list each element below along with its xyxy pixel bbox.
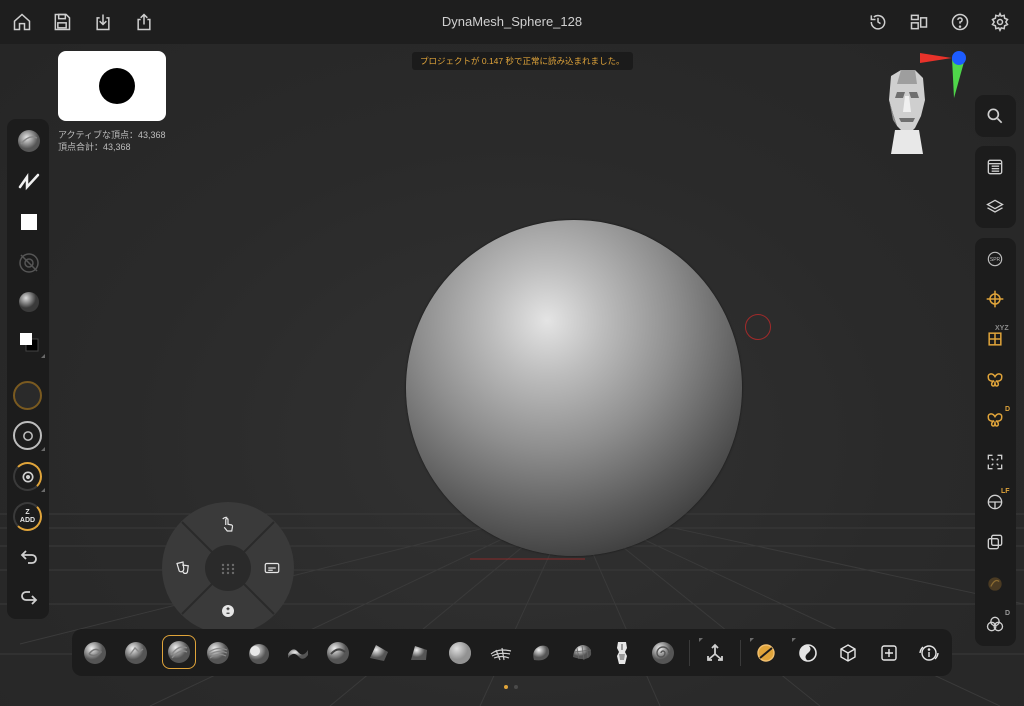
smooth-brush-icon[interactable] bbox=[446, 639, 474, 667]
matcap-icon[interactable] bbox=[16, 289, 42, 315]
lf-label: LF bbox=[1001, 488, 1010, 495]
move-brush-icon[interactable] bbox=[284, 639, 312, 667]
cube-icon[interactable] bbox=[834, 639, 862, 667]
d-label: D bbox=[1005, 406, 1011, 413]
brush-cursor bbox=[745, 314, 771, 340]
brush-icon[interactable] bbox=[16, 128, 42, 154]
search-icon[interactable] bbox=[983, 104, 1007, 128]
floor-grid-icon[interactable] bbox=[983, 287, 1007, 311]
settings-icon[interactable] bbox=[986, 8, 1014, 36]
page-indicator-active[interactable] bbox=[504, 685, 508, 689]
inflate-brush-icon[interactable] bbox=[244, 639, 272, 667]
hpolish-brush-icon[interactable] bbox=[365, 639, 393, 667]
info-icon[interactable] bbox=[915, 639, 943, 667]
stroke-icon[interactable] bbox=[16, 168, 42, 194]
trim-dynamic-brush-icon[interactable] bbox=[405, 639, 433, 667]
gizmo-icon[interactable] bbox=[701, 639, 729, 667]
flatten-brush-icon[interactable] bbox=[568, 639, 596, 667]
z-add-toggle[interactable]: Z ADD bbox=[13, 502, 42, 531]
x-axis-icon bbox=[920, 53, 952, 63]
spiral-brush-icon[interactable] bbox=[649, 639, 677, 667]
search-panel bbox=[975, 95, 1016, 137]
add-sub-icon[interactable] bbox=[217, 600, 239, 622]
material-swatch-icon[interactable] bbox=[16, 209, 42, 235]
mannequin-brush-icon[interactable] bbox=[608, 639, 636, 667]
symmetry-icon[interactable] bbox=[983, 368, 1007, 392]
snakehook-brush-icon[interactable] bbox=[527, 639, 555, 667]
color-swatch-icon[interactable] bbox=[16, 329, 42, 355]
radial-symmetry-icon[interactable] bbox=[983, 408, 1007, 432]
layout-icon[interactable] bbox=[905, 8, 933, 36]
redo-icon[interactable] bbox=[16, 585, 42, 611]
mask-brush-icon[interactable] bbox=[752, 639, 780, 667]
canvas-viewport[interactable]: プロジェクトが 0.147 秒で正常に読み込まれました。 bbox=[0, 44, 1024, 706]
intensity-icon[interactable] bbox=[13, 462, 42, 491]
xyz-label: XYZ bbox=[995, 325, 1009, 332]
alpha-dot bbox=[99, 68, 135, 104]
perspective-icon[interactable]: SPR bbox=[983, 247, 1007, 271]
axis-gizmo[interactable] bbox=[916, 48, 972, 104]
frame-add-icon[interactable] bbox=[875, 639, 903, 667]
brush-bar bbox=[72, 629, 952, 676]
layers-icon[interactable] bbox=[983, 195, 1007, 219]
dynamic-subdiv-icon[interactable] bbox=[983, 612, 1007, 636]
alpha-preview[interactable] bbox=[58, 51, 166, 121]
draw-size-icon[interactable] bbox=[13, 381, 42, 410]
clay-tubes-brush-icon[interactable] bbox=[204, 639, 232, 667]
right-toolbar: SPR XYZ D LF D bbox=[975, 238, 1016, 646]
y-axis-icon bbox=[952, 51, 966, 65]
clay-buildup-brush-icon[interactable] bbox=[162, 635, 196, 669]
clay-brush-icon[interactable] bbox=[122, 639, 150, 667]
pinch-brush-icon[interactable] bbox=[487, 639, 515, 667]
polygroup-icon[interactable] bbox=[794, 639, 822, 667]
dam-standard-brush-icon[interactable] bbox=[324, 639, 352, 667]
grid-icon bbox=[221, 563, 235, 575]
alpha-off-icon[interactable] bbox=[16, 250, 42, 276]
standard-brush-icon[interactable] bbox=[81, 639, 109, 667]
top-bar: DynaMesh_Sphere_128 bbox=[0, 0, 1024, 44]
undo-icon[interactable] bbox=[16, 544, 42, 570]
transp-icon[interactable] bbox=[983, 530, 1007, 554]
focal-shift-icon[interactable] bbox=[13, 421, 42, 450]
history-icon[interactable] bbox=[864, 8, 892, 36]
palette-icon[interactable] bbox=[983, 155, 1007, 179]
svg-text:SPR: SPR bbox=[990, 257, 1001, 263]
sphere-mesh[interactable] bbox=[406, 220, 742, 556]
left-toolbar: Z ADD bbox=[7, 119, 49, 619]
page-indicator[interactable] bbox=[514, 685, 518, 689]
gesture-icon[interactable] bbox=[217, 514, 239, 536]
ghost-icon[interactable] bbox=[983, 572, 1007, 596]
masks-icon[interactable] bbox=[172, 557, 194, 579]
notification-toast: プロジェクトが 0.147 秒で正常に読み込まれました。 bbox=[412, 52, 633, 70]
panels-group bbox=[975, 146, 1016, 228]
total-points-label: 頂点合計：43,368 bbox=[58, 142, 131, 152]
keyboard-icon[interactable] bbox=[261, 557, 283, 579]
radial-menu[interactable] bbox=[162, 502, 294, 634]
radial-menu-center[interactable] bbox=[205, 545, 251, 591]
fit-view-icon[interactable] bbox=[983, 450, 1007, 474]
d-label-2: D bbox=[1005, 610, 1011, 617]
help-icon[interactable] bbox=[946, 8, 974, 36]
